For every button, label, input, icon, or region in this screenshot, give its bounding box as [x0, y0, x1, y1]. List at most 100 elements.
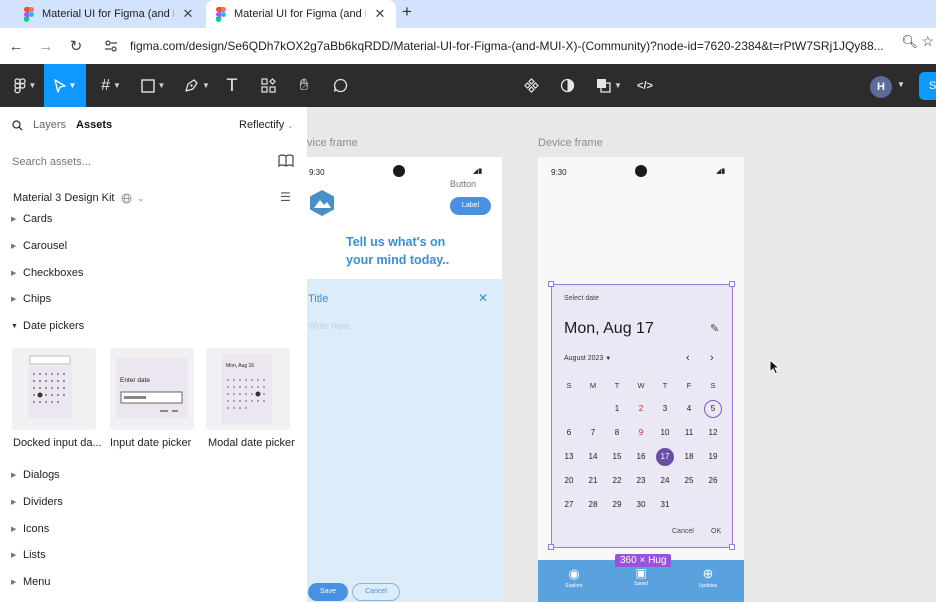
category-icons[interactable]: ▶ Icons — [11, 523, 49, 535]
thumbnail-docked-date-picker[interactable] — [12, 348, 96, 430]
thumbnail-input-date-picker[interactable]: Enter date — [110, 348, 194, 430]
ok-button[interactable]: OK — [711, 528, 721, 535]
category-dialogs[interactable]: ▶ Dialogs — [11, 469, 60, 481]
calendar-day[interactable]: 3 — [656, 400, 674, 418]
components-button[interactable] — [520, 64, 542, 107]
chevron-right-icon[interactable]: › — [710, 352, 714, 364]
site-settings-icon[interactable] — [104, 40, 118, 52]
label-chip[interactable]: Label — [450, 197, 491, 215]
resize-handle[interactable] — [548, 281, 554, 287]
calendar-day[interactable]: 25 — [680, 472, 698, 490]
calendar-day[interactable]: 20 — [560, 472, 578, 490]
frame-label[interactable]: Device frame — [538, 137, 603, 149]
move-tool-button[interactable]: ▼ — [44, 64, 86, 107]
sheet-input-placeholder[interactable]: Write here — [308, 321, 349, 331]
category-date-pickers[interactable]: ▼ Date pickers — [11, 320, 84, 332]
resources-button[interactable] — [256, 64, 280, 107]
category-dividers[interactable]: ▶ Dividers — [11, 496, 63, 508]
calendar-day[interactable]: 17 — [656, 448, 674, 466]
dev-mode-button[interactable]: </> — [634, 64, 656, 107]
new-tab-button[interactable]: + — [402, 2, 412, 22]
calendar-day[interactable]: 9 — [632, 424, 650, 442]
frame-label[interactable]: vice frame — [307, 137, 358, 149]
calendar-day[interactable]: 28 — [584, 496, 602, 514]
calendar-day[interactable]: 8 — [608, 424, 626, 442]
hand-tool-button[interactable]: ✋︎ — [292, 64, 316, 107]
bookmark-star-icon[interactable]: ☆ — [921, 33, 934, 50]
calendar-day[interactable]: 15 — [608, 448, 626, 466]
chevron-down-icon[interactable]: ▼ — [897, 80, 905, 89]
cancel-button[interactable]: Cancel — [672, 528, 694, 535]
share-button[interactable]: S — [919, 72, 936, 100]
calendar-day[interactable]: 31 — [656, 496, 674, 514]
calendar-day[interactable]: 26 — [704, 472, 722, 490]
forward-icon[interactable]: → — [32, 32, 60, 60]
calendar-day[interactable]: 18 — [680, 448, 698, 466]
calendar-day[interactable]: 14 — [584, 448, 602, 466]
close-icon[interactable]: ✕ — [478, 291, 488, 305]
date-picker-modal[interactable]: Select date Mon, Aug 17 ✎ August 2023 ▼ … — [551, 284, 733, 548]
save-button[interactable]: Save — [308, 583, 348, 601]
list-view-icon[interactable]: ☰ — [280, 190, 291, 204]
boolean-button[interactable]: ▼ — [592, 64, 626, 107]
calendar-day[interactable]: 23 — [632, 472, 650, 490]
category-menu[interactable]: ▶ Menu — [11, 576, 51, 588]
zoom-icon[interactable]: 🔍︎ — [901, 34, 918, 50]
category-carousel[interactable]: ▶ Carousel — [11, 240, 67, 252]
calendar-day[interactable]: 6 — [560, 424, 578, 442]
calendar-day[interactable]: 7 — [584, 424, 602, 442]
resize-handle[interactable] — [548, 544, 554, 550]
calendar-day[interactable]: 19 — [704, 448, 722, 466]
calendar-day[interactable]: 2 — [632, 400, 650, 418]
browser-tab-2[interactable]: Material UI for Figma (and Mi ✕ — [206, 0, 396, 28]
calendar-day[interactable]: 30 — [632, 496, 650, 514]
reload-icon[interactable]: ↻ — [62, 32, 90, 60]
text-tool-button[interactable]: T — [220, 64, 244, 107]
library-title[interactable]: Material 3 Design Kit ⌄ — [13, 192, 144, 204]
close-icon[interactable]: ✕ — [374, 6, 386, 22]
chevron-left-icon[interactable]: ‹ — [686, 352, 690, 364]
thumbnail-modal-date-picker[interactable]: Mon, Aug 16 — [206, 348, 290, 430]
calendar-day[interactable]: 1 — [608, 400, 626, 418]
shape-tool-button[interactable]: ▼ — [136, 64, 170, 107]
library-book-icon[interactable] — [278, 154, 294, 167]
nav-item-explore[interactable]: ◉ Explore — [549, 566, 599, 589]
tab-layers[interactable]: Layers — [33, 119, 66, 131]
calendar-day[interactable]: 21 — [584, 472, 602, 490]
resize-handle[interactable] — [729, 544, 735, 550]
browser-tab-1[interactable]: Material UI for Figma (and Mi ✕ — [14, 0, 204, 28]
frame-tool-button[interactable]: # ▼ — [94, 64, 128, 107]
search-assets-input[interactable] — [12, 156, 262, 168]
edit-pencil-icon[interactable]: ✎ — [710, 322, 719, 335]
close-icon[interactable]: ✕ — [182, 6, 194, 22]
tab-assets[interactable]: Assets — [76, 119, 112, 131]
search-icon[interactable] — [12, 119, 23, 131]
calendar-day[interactable]: 4 — [680, 400, 698, 418]
theme-button[interactable] — [556, 64, 578, 107]
comment-tool-button[interactable] — [328, 64, 352, 107]
back-icon[interactable]: ← — [2, 32, 30, 60]
calendar-day[interactable]: 27 — [560, 496, 578, 514]
calendar-day[interactable]: 11 — [680, 424, 698, 442]
category-lists[interactable]: ▶ Lists — [11, 549, 46, 561]
nav-item-saved[interactable]: ▣ Saved — [616, 566, 666, 587]
calendar-day[interactable]: 24 — [656, 472, 674, 490]
avatar[interactable]: H — [870, 76, 892, 98]
calendar-day[interactable]: 13 — [560, 448, 578, 466]
nav-item-updates[interactable]: ⊕ Updates — [683, 566, 733, 589]
pen-tool-button[interactable]: ▼ — [180, 64, 214, 107]
design-canvas[interactable]: vice frame Device frame 9:30 ◢▮ Button L… — [307, 107, 936, 602]
calendar-day[interactable]: 10 — [656, 424, 674, 442]
url-field[interactable]: figma.com/design/Se6QDh7kOX2g7aBb6kqRDD/… — [94, 32, 914, 60]
calendar-day[interactable]: 29 — [608, 496, 626, 514]
figma-menu-button[interactable]: ▼ — [8, 64, 42, 107]
category-checkboxes[interactable]: ▶ Checkboxes — [11, 267, 84, 279]
library-dropdown[interactable]: Reflectify ⌄ — [239, 119, 293, 131]
calendar-day[interactable]: 12 — [704, 424, 722, 442]
resize-handle[interactable] — [729, 281, 735, 287]
cancel-button[interactable]: Cancel — [352, 583, 400, 601]
device-frame-1[interactable]: 9:30 ◢▮ Button Label Tell us what's on y… — [307, 157, 502, 602]
category-chips[interactable]: ▶ Chips — [11, 293, 51, 305]
month-year-dropdown[interactable]: August 2023 ▼ — [564, 355, 611, 362]
calendar-day[interactable]: 22 — [608, 472, 626, 490]
